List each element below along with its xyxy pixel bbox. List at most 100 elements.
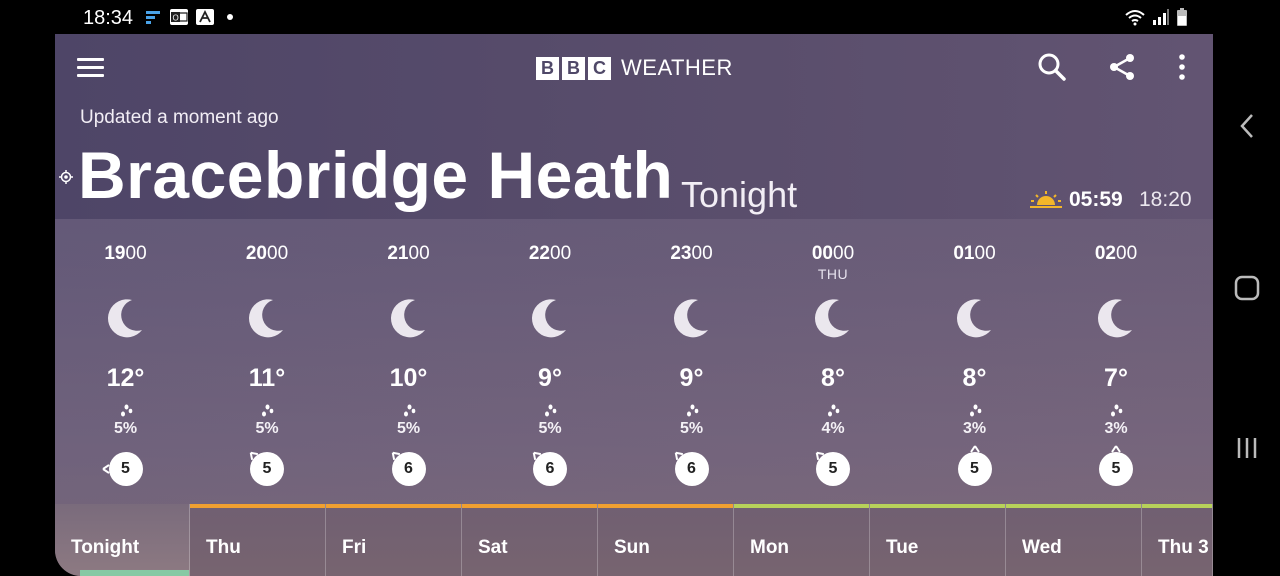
wind-speed: 6: [533, 452, 567, 486]
sunrise-time: 05:59: [1069, 188, 1123, 211]
more-options-button[interactable]: [1165, 50, 1199, 84]
wind-indicator: 5: [957, 445, 992, 486]
wind-indicator: 5: [249, 451, 284, 486]
wind-indicator: 6: [532, 451, 567, 486]
day-colour-bar: [734, 504, 869, 508]
wind-speed: 6: [391, 452, 426, 486]
weather-app: B B C WEATHER Updated a moment ago Brace…: [55, 34, 1213, 576]
hour-temperature: 10°: [389, 364, 428, 392]
wind-speed: 6: [674, 452, 709, 486]
sunrise-icon: [1030, 191, 1062, 208]
day-label: Tue: [886, 537, 919, 558]
hour-column[interactable]: 0100 8° 3% 5: [904, 242, 1045, 502]
wind-indicator: 5: [1099, 445, 1133, 486]
hour-temperature: 8°: [962, 364, 987, 392]
location-name[interactable]: Bracebridge Heath: [78, 137, 673, 213]
day-tab-thu[interactable]: Thu: [190, 504, 326, 576]
wind-speed: 5: [957, 452, 992, 486]
signal-icon: [1152, 8, 1170, 31]
recents-button[interactable]: [1231, 432, 1263, 464]
hour-column[interactable]: 1900 12° 5% 5: [55, 242, 196, 502]
hourly-forecast[interactable]: 1900 12° 5% 5 2000 11° 5% 5 2100 10° 5% …: [55, 242, 1213, 502]
day-tab-wed[interactable]: Wed: [1006, 504, 1142, 576]
home-button[interactable]: [1231, 272, 1263, 304]
day-label: Sat: [478, 537, 508, 558]
wind-speed: 5: [108, 452, 143, 486]
raindrops-icon: [545, 404, 557, 417]
home-square-icon: [1234, 275, 1260, 301]
hour-column[interactable]: 2000 11° 5% 5: [197, 242, 338, 502]
search-button[interactable]: [1035, 50, 1069, 84]
day-label: Sun: [614, 537, 650, 558]
hour-time: 1900: [104, 243, 147, 264]
outlook-notification-icon: O: [170, 9, 188, 25]
back-button[interactable]: [1231, 110, 1263, 142]
day-colour-bar: [190, 504, 325, 508]
wind-indicator: 5: [101, 452, 143, 486]
moon-icon: [532, 299, 566, 338]
more-notifications-dot: [227, 14, 233, 20]
hour-column[interactable]: 2200 9° 5% 6: [480, 242, 621, 502]
location-icon: [59, 170, 73, 184]
rain-chance: 3%: [1104, 420, 1128, 437]
wind-speed: 5: [250, 452, 284, 486]
rain-chance: 5%: [679, 420, 704, 437]
rain-chance: 5%: [396, 420, 421, 437]
period-label: Tonight: [681, 174, 798, 215]
daily-tabs: Tonight Thu Fri Sat Sun Mon Tue Wed Thu …: [55, 504, 1213, 576]
rain-chance: 5%: [255, 420, 279, 437]
recents-icon: [1237, 438, 1257, 458]
day-tab-sun[interactable]: Sun: [598, 504, 734, 576]
rain-chance: 3%: [962, 420, 987, 437]
share-button[interactable]: [1105, 50, 1139, 84]
svg-text:O: O: [173, 14, 179, 23]
hour-time: 0000: [811, 243, 855, 264]
hour-time: 2100: [387, 243, 430, 264]
day-tab-tue[interactable]: Tue: [870, 504, 1006, 576]
day-tab-sat[interactable]: Sat: [462, 504, 598, 576]
wind-indicator: 5: [815, 451, 850, 486]
hour-time: 2200: [528, 243, 572, 264]
raindrops-icon: [828, 404, 840, 417]
day-label: Mon: [750, 537, 790, 558]
wifi-icon: [1124, 8, 1146, 31]
day-tab-tonight[interactable]: Tonight: [55, 504, 190, 576]
day-colour-bar: [1006, 504, 1141, 508]
hour-temperature: 9°: [538, 364, 562, 392]
moon-icon: [107, 299, 142, 338]
menu-button[interactable]: [77, 52, 111, 82]
hour-column[interactable]: 0200 7° 3% 5: [1046, 242, 1187, 502]
hour-temperature: 7°: [1104, 364, 1128, 392]
search-icon: [1038, 53, 1066, 81]
moon-icon: [1098, 299, 1132, 338]
status-time: 18:34: [83, 7, 134, 29]
hour-time: 2000: [245, 243, 289, 264]
hour-column[interactable]: 0000 THU 8° 4% 5: [763, 242, 904, 502]
day-label: Wed: [1022, 537, 1062, 558]
battery-icon: [1176, 8, 1188, 31]
logo-letter: B: [536, 56, 559, 80]
logo-letter: B: [562, 56, 585, 80]
day-colour-bar: [598, 504, 733, 508]
wind-speed: 5: [1099, 452, 1133, 486]
hour-column[interactable]: 2100 10° 5% 6: [338, 242, 479, 502]
hour-column[interactable]: 2300 9° 5% 6: [621, 242, 762, 502]
day-tab-mon[interactable]: Mon: [734, 504, 870, 576]
back-chevron-icon: [1240, 114, 1253, 138]
hour-temperature: 12°: [106, 364, 145, 392]
day-tab-fri[interactable]: Fri: [326, 504, 462, 576]
day-colour-bar: [326, 504, 461, 508]
day-label: Thu: [206, 537, 241, 558]
hamburger-icon: [77, 57, 104, 61]
day-tab-thu-3[interactable]: Thu 3: [1142, 504, 1213, 576]
raindrops-icon: [120, 404, 132, 417]
logo-word: WEATHER: [621, 55, 733, 80]
moon-icon: [815, 299, 849, 338]
updated-text: Updated a moment ago: [80, 107, 279, 128]
day-label: Tonight: [71, 537, 140, 558]
raindrops-icon: [686, 404, 698, 417]
system-nav-bar: [1213, 34, 1280, 576]
rain-chance: 5%: [538, 420, 562, 437]
hour-time: 0100: [953, 243, 996, 264]
wind-indicator: 6: [674, 451, 709, 486]
